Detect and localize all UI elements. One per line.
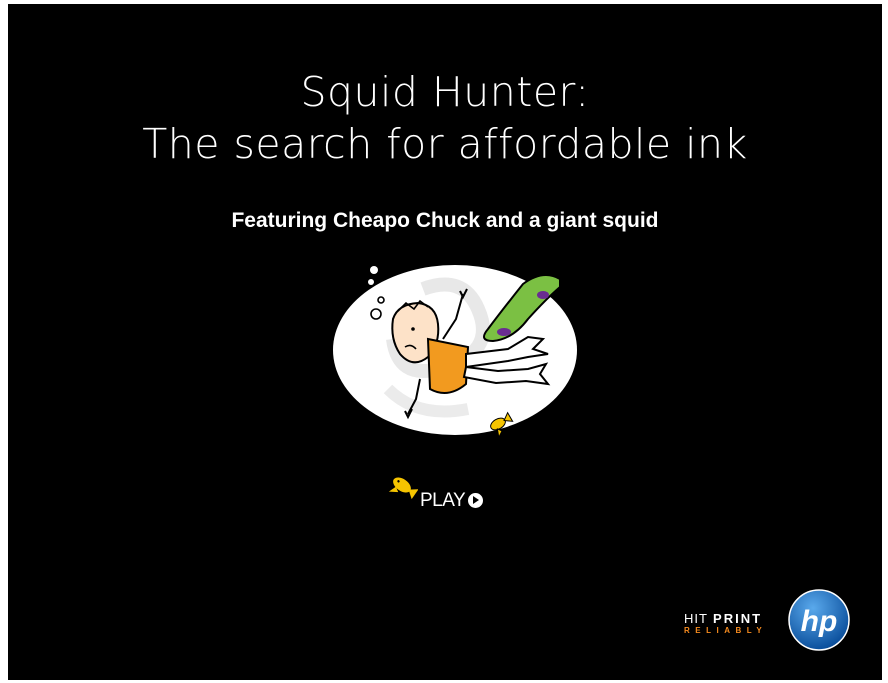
play-circle-icon[interactable] <box>468 493 483 508</box>
brand-tagline: HIT PRINT RELIABLY <box>684 608 767 635</box>
sucker-shape <box>497 328 511 336</box>
game-subtitle: Featuring Cheapo Chuck and a giant squid <box>231 209 659 232</box>
diver-eye <box>411 327 415 331</box>
bubble-icon <box>370 266 378 274</box>
hp-logo-text: hp <box>801 605 838 638</box>
brand-print: PRINT <box>713 611 763 626</box>
brand-reliably: RELIABLY <box>684 626 768 635</box>
game-stage: Squid Hunter: The search for affordable … <box>8 4 882 680</box>
play-label[interactable]: PLAY <box>420 490 466 512</box>
hp-logo[interactable]: hp <box>788 589 850 651</box>
title-line-1: Squid Hunter: <box>300 68 590 116</box>
play-button[interactable]: PLAY <box>386 470 506 520</box>
sucker-shape <box>537 291 549 299</box>
brand-hit: HIT <box>684 611 708 626</box>
game-title: Squid Hunter: The search for affordable … <box>8 66 882 170</box>
bubble-icon <box>368 279 374 285</box>
squid-scene-illustration <box>333 265 577 440</box>
fish-icon <box>388 477 418 500</box>
title-line-2: The search for affordable ink <box>142 120 748 168</box>
diver-vest <box>426 337 470 394</box>
